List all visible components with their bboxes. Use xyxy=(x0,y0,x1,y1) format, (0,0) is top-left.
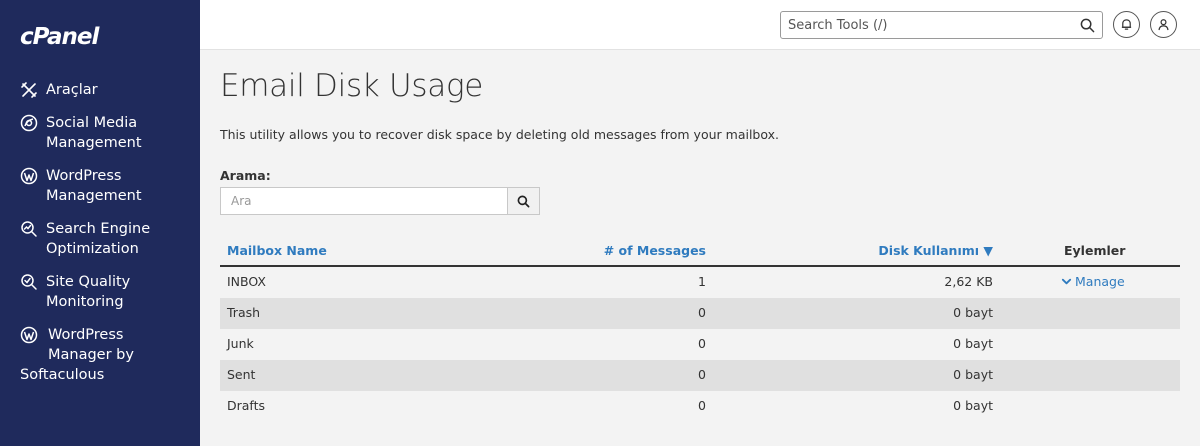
sidebar-item-label: Management xyxy=(46,188,142,204)
mailbox-name: Junk xyxy=(227,336,254,351)
chevron-down-icon xyxy=(1061,278,1072,285)
sidebar-item-label: Management xyxy=(46,135,142,151)
sidebar-item-label: WordPress xyxy=(48,327,124,343)
sidebar-item-label: Search Engine xyxy=(46,221,151,237)
mailbox-name: Drafts xyxy=(227,398,266,413)
table-row: Junk 0 0 bayt xyxy=(220,329,1180,360)
table-row: INBOX 1 2,62 KB Manage xyxy=(220,267,1180,298)
sidebar-item-label: WordPress xyxy=(46,168,122,184)
message-count: 0 xyxy=(698,336,706,351)
seo-icon xyxy=(20,220,38,238)
header-messages[interactable]: # of Messages xyxy=(604,243,706,258)
sidebar-item-seo[interactable]: Search Engine Optimization xyxy=(0,219,200,259)
message-count: 1 xyxy=(698,274,706,289)
disk-usage: 0 bayt xyxy=(953,336,993,351)
mailbox-table: Mailbox Name # of Messages Disk Kullanım… xyxy=(220,236,1180,422)
sidebar-item-label: Optimization xyxy=(46,241,139,257)
table-row: Drafts 0 0 bayt xyxy=(220,391,1180,422)
manage-label: Manage xyxy=(1075,274,1125,289)
wordpress-icon xyxy=(20,167,38,185)
sidebar-item-label: Manager by xyxy=(48,347,134,363)
mailbox-name: INBOX xyxy=(227,274,266,289)
wordpress-icon xyxy=(20,326,38,344)
filter-search-button[interactable] xyxy=(507,187,540,215)
mailbox-name: Trash xyxy=(227,305,261,320)
message-count: 0 xyxy=(698,398,706,413)
disk-usage: 2,62 KB xyxy=(944,274,993,289)
site-quality-icon xyxy=(20,273,38,291)
sidebar: cPanel Araçlar Social Media Management W… xyxy=(0,0,200,446)
sidebar-item-label: Monitoring xyxy=(46,294,124,310)
sidebar-item-site-quality[interactable]: Site Quality Monitoring xyxy=(0,272,200,312)
header-mailbox-name[interactable]: Mailbox Name xyxy=(227,243,327,258)
cpanel-logo[interactable]: cPanel xyxy=(20,24,99,50)
page-description: This utility allows you to recover disk … xyxy=(220,127,779,142)
message-count: 0 xyxy=(698,367,706,382)
manage-link[interactable]: Manage xyxy=(1061,274,1125,289)
table-row: Sent 0 0 bayt xyxy=(220,360,1180,391)
message-count: 0 xyxy=(698,305,706,320)
sidebar-item-tools[interactable]: Araçlar xyxy=(0,80,200,100)
notifications-button[interactable] xyxy=(1113,11,1140,38)
page-title: Email Disk Usage xyxy=(220,68,484,104)
sidebar-item-label: Site Quality xyxy=(46,274,131,290)
header-disk-usage[interactable]: Disk Kullanımı ▼ xyxy=(878,243,993,258)
user-icon xyxy=(1158,19,1169,31)
filter-box xyxy=(220,187,540,215)
sidebar-item-wordpress[interactable]: WordPress Management xyxy=(0,166,200,206)
sidebar-item-wordpress-softaculous[interactable]: WordPress Manager by Softaculous xyxy=(0,325,200,385)
search-icon xyxy=(517,195,530,207)
filter-label: Arama: xyxy=(220,168,271,183)
sidebar-item-social-media[interactable]: Social Media Management xyxy=(0,113,200,153)
header-actions: Eylemler xyxy=(1064,243,1126,258)
disk-usage: 0 bayt xyxy=(953,367,993,382)
table-row: Trash 0 0 bayt xyxy=(220,298,1180,329)
disk-usage: 0 bayt xyxy=(953,398,993,413)
social-media-icon xyxy=(20,114,38,132)
search-tools-box xyxy=(780,11,1103,39)
search-tools-input[interactable] xyxy=(781,12,1071,38)
bell-icon xyxy=(1121,19,1132,30)
filter-input[interactable] xyxy=(220,187,508,215)
sidebar-item-label: Softaculous xyxy=(20,367,105,383)
sidebar-item-label: Araçlar xyxy=(46,82,98,98)
topbar xyxy=(200,0,1200,50)
search-icon[interactable] xyxy=(1080,18,1095,33)
disk-usage: 0 bayt xyxy=(953,305,993,320)
table-header: Mailbox Name # of Messages Disk Kullanım… xyxy=(220,236,1180,267)
user-menu-button[interactable] xyxy=(1150,11,1177,38)
sidebar-item-label: Social Media xyxy=(46,115,138,131)
sidebar-nav: Araçlar Social Media Management WordPres… xyxy=(0,78,200,385)
mailbox-name: Sent xyxy=(227,367,256,382)
tools-icon xyxy=(20,81,38,99)
